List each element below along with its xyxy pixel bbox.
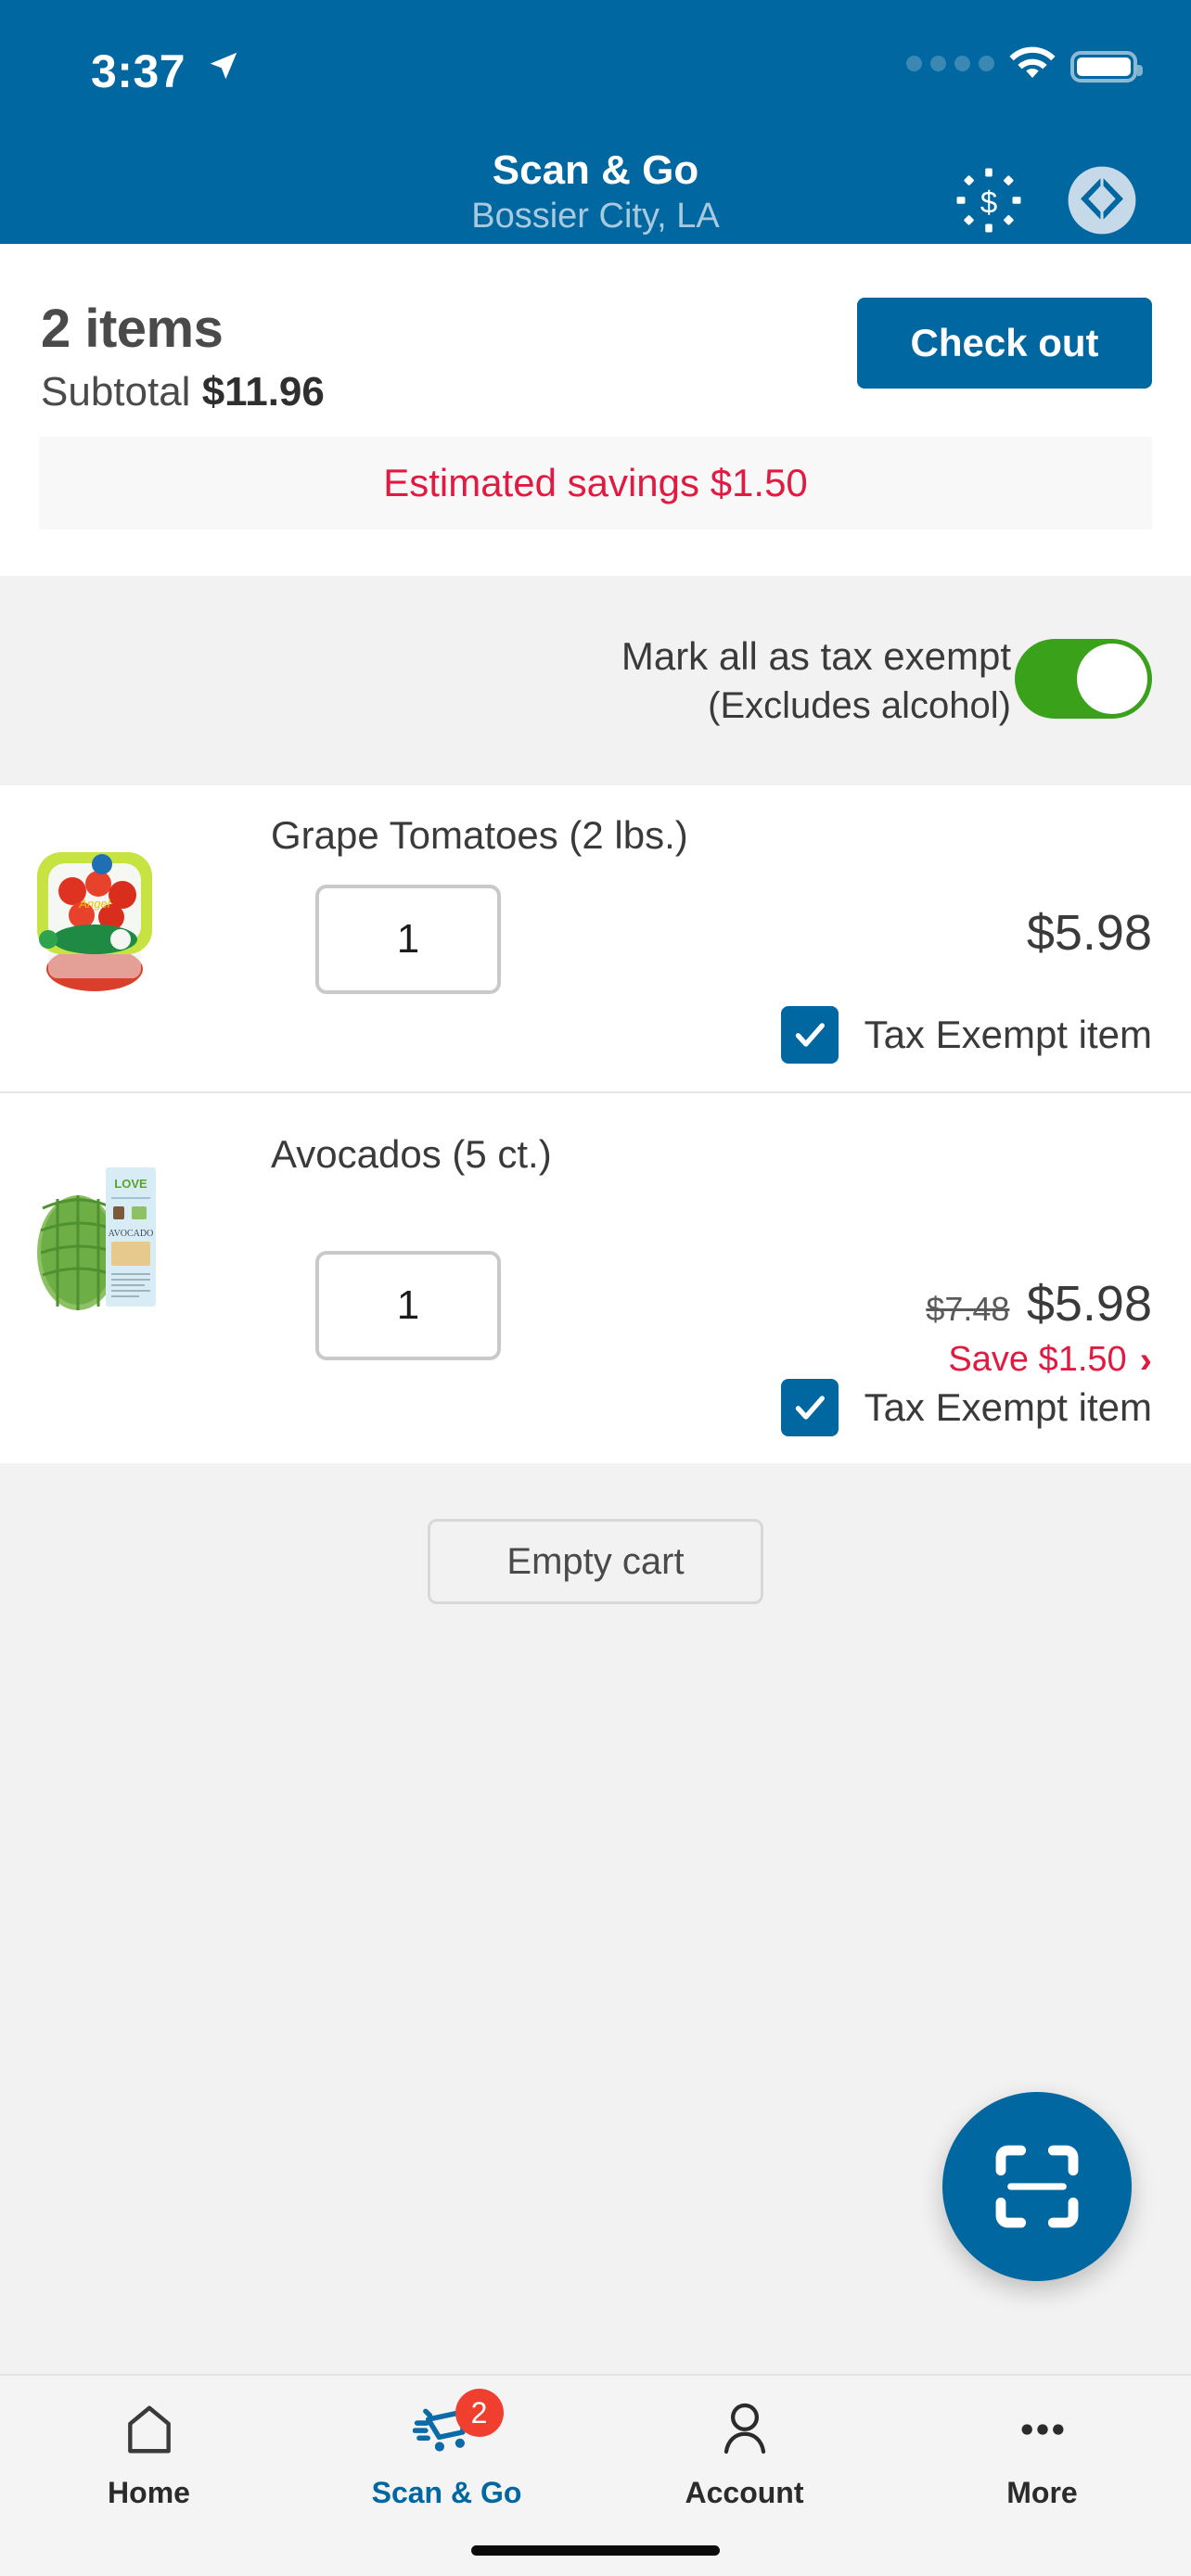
checkout-button[interactable]: Check out — [857, 298, 1152, 389]
quantity-stepper[interactable]: 1 — [315, 885, 501, 994]
battery-full-icon — [1070, 50, 1143, 83]
empty-cart-button[interactable]: Empty cart — [428, 1519, 763, 1604]
app-header: Scan & Go Bossier City, LA $ — [0, 139, 1191, 244]
svg-text:AVOCADO: AVOCADO — [109, 1229, 154, 1239]
mark-all-tax-exempt-toggle[interactable] — [1015, 639, 1152, 719]
svg-text:$: $ — [980, 185, 997, 220]
item-price: $5.98 — [1026, 1276, 1152, 1332]
tab-account-label: Account — [685, 2476, 804, 2509]
location-arrow-icon — [206, 48, 241, 88]
tab-home-label: Home — [108, 2476, 190, 2509]
avocados-mesh-bag-image: LOVE AVOCADO — [20, 1151, 169, 1318]
mark-all-tax-exempt-note: (Excludes alcohol) — [708, 685, 1011, 726]
mark-all-tax-exempt-row: Mark all as tax exempt (Excludes alcohol… — [0, 576, 1191, 785]
item-price-column: $5.98 — [1027, 904, 1152, 962]
cart-item-row: LOVE AVOCADO Avocados (5 ct.) 1 $7.48 $5… — [0, 1091, 1191, 1463]
signal-dots-icon — [906, 56, 994, 77]
quantity-stepper[interactable]: 1 — [315, 1251, 501, 1360]
toggle-knob — [1077, 644, 1147, 714]
status-bar-clock: 3:37 — [91, 45, 186, 97]
estimated-savings-value: $1.50 — [710, 461, 808, 504]
estimated-savings-label: Estimated savings — [383, 461, 700, 504]
scan-barcode-fab-button[interactable] — [942, 2092, 1132, 2281]
tab-scan-and-go-label: Scan & Go — [371, 2476, 522, 2509]
svg-text:Angel: Angel — [78, 897, 110, 911]
person-icon — [718, 2396, 772, 2463]
item-count: 2 items — [41, 299, 224, 359]
item-tax-exempt-row[interactable]: Tax Exempt item — [780, 1379, 1152, 1436]
home-icon — [121, 2396, 178, 2463]
item-savings-text: Save $1.50 — [948, 1340, 1127, 1379]
status-bar: 3:37 — [0, 0, 1191, 139]
grape-tomatoes-package-image: Angel — [20, 830, 169, 997]
scan-and-go-cart-screen: 3:37 Scan & Go Bossier City, LA $ 2 item… — [0, 0, 1191, 2576]
tab-more[interactable]: More — [893, 2396, 1191, 2535]
item-tax-exempt-row[interactable]: Tax Exempt item — [780, 1006, 1152, 1064]
chevron-right-icon: › — [1139, 1339, 1152, 1381]
tab-scan-and-go[interactable]: 2 Scan & Go — [298, 2389, 596, 2535]
cart-summary: 2 items Subtotal $11.96 Check out Estima… — [0, 244, 1191, 576]
tax-exempt-label: Tax Exempt item — [864, 1385, 1152, 1429]
cart-badge-count: 2 — [455, 2389, 504, 2437]
tax-exempt-label: Tax Exempt item — [864, 1013, 1152, 1056]
estimated-savings-banner: Estimated savings $1.50 — [39, 437, 1152, 529]
item-price: $5.98 — [1026, 905, 1152, 961]
home-indicator — [471, 2545, 720, 2556]
bottom-tab-bar: Home 2 Scan & Go Account More — [0, 2374, 1191, 2576]
subtotal-row: Subtotal $11.96 — [41, 369, 325, 415]
tab-more-label: More — [1006, 2476, 1078, 2509]
sams-club-diamond-logo-icon[interactable] — [1067, 165, 1137, 236]
cart-item-row: Angel Grape Tomatoes (2 lbs.) 1 $5.98 Ta… — [0, 785, 1191, 1091]
subtotal-value: $11.96 — [201, 369, 325, 414]
item-price-column: $7.48 $5.98 Save $1.50 › — [926, 1275, 1152, 1380]
item-savings-link[interactable]: Save $1.50 › — [926, 1340, 1152, 1380]
wifi-icon — [1009, 46, 1056, 86]
item-name: Grape Tomatoes (2 lbs.) — [271, 813, 688, 857]
status-bar-indicators — [906, 46, 1143, 86]
mark-all-tax-exempt-title: Mark all as tax exempt — [621, 634, 1011, 678]
tax-exempt-checkbox[interactable] — [780, 1006, 839, 1064]
mark-all-tax-exempt-text: Mark all as tax exempt (Excludes alcohol… — [621, 631, 1011, 730]
dollar-savings-icon[interactable]: $ — [955, 167, 1022, 234]
svg-text:LOVE: LOVE — [114, 1177, 147, 1191]
tab-home[interactable]: Home — [0, 2396, 298, 2535]
scan-cart-icon: 2 — [412, 2389, 504, 2463]
subtotal-label: Subtotal — [41, 369, 191, 414]
item-name: Avocados (5 ct.) — [271, 1132, 552, 1176]
tab-account[interactable]: Account — [596, 2396, 893, 2535]
tax-exempt-checkbox[interactable] — [780, 1379, 839, 1436]
ellipsis-icon — [1014, 2396, 1071, 2463]
item-original-price: $7.48 — [926, 1290, 1010, 1328]
